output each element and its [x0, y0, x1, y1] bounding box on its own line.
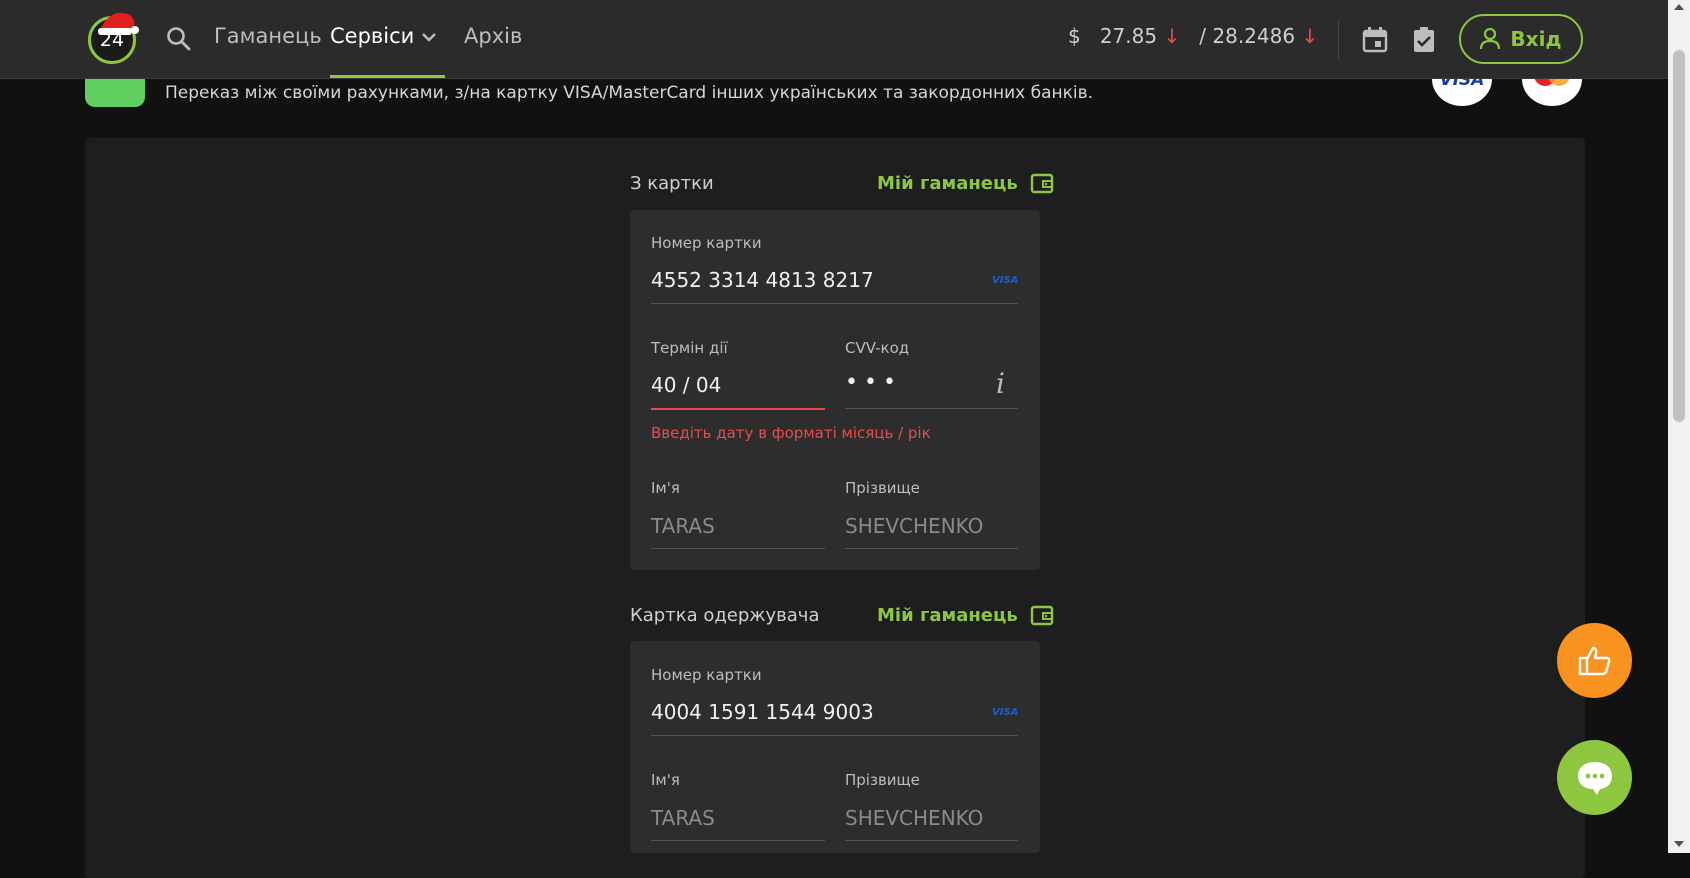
to-last-name-underline [845, 840, 1018, 841]
chat-bubble-icon [1577, 761, 1612, 795]
from-card-brand: VISA [992, 275, 1019, 286]
to-card-brand: VISA [992, 707, 1019, 718]
rate-buy-trend: ↓ [1163, 24, 1181, 48]
expiry-label: Термін дії [651, 339, 728, 357]
to-card-number-label: Номер картки [651, 666, 762, 684]
active-nav-indicator [330, 75, 445, 78]
service-description: Переказ між своїми рахунками, з/на картк… [165, 83, 1094, 103]
login-label: Вхід [1510, 27, 1562, 51]
search-icon[interactable] [166, 26, 192, 52]
exchange-rates: $ 27.85 ↓ / 28.2486 ↓ [1068, 24, 1318, 48]
from-card-number-input[interactable]: 4552 3314 4813 8217 [651, 268, 874, 292]
chat-button[interactable] [1557, 740, 1632, 815]
chevron-down-icon[interactable] [420, 28, 438, 46]
to-last-name-input[interactable]: SHEVCHENKO [845, 806, 983, 830]
to-card-label: Картка одержувача [630, 605, 820, 626]
login-button[interactable]: Вхід [1459, 14, 1583, 64]
expiry-error-message: Введіть дату в форматі місяць / рік [651, 424, 931, 442]
from-last-name-input[interactable]: SHEVCHENKO [845, 514, 983, 538]
divider [1338, 20, 1339, 60]
to-wallet-link-text: Мій гаманець [877, 604, 1018, 626]
santa-hat-icon [98, 12, 139, 35]
cvv-label: CVV-код [845, 339, 910, 357]
from-last-name-underline [845, 548, 1018, 549]
from-card-number-underline [651, 303, 1018, 304]
to-wallet-link[interactable]: Мій гаманець [877, 604, 1054, 626]
top-navigation-bar: 24 Гаманець Сервіси Архів $ 27.85 ↓ / 28… [0, 0, 1668, 79]
feedback-button[interactable] [1557, 623, 1632, 698]
to-card-number-input[interactable]: 4004 1591 1544 9003 [651, 700, 874, 724]
from-card-label: З картки [630, 173, 714, 194]
nav-wallet[interactable]: Гаманець [214, 24, 322, 48]
scroll-up-arrow-icon[interactable] [1674, 4, 1684, 10]
clipboard-check-icon[interactable] [1412, 27, 1436, 53]
cvv-underline [845, 408, 1018, 409]
expiry-underline-error [651, 408, 825, 410]
rate-buy: 27.85 [1099, 24, 1158, 48]
calendar-icon[interactable] [1362, 27, 1388, 53]
rate-sell: / 28.2486 [1199, 24, 1296, 48]
wallet-icon [1030, 605, 1053, 626]
scroll-down-arrow-icon[interactable] [1674, 841, 1684, 847]
expiry-input[interactable]: 40 / 04 [651, 373, 721, 397]
thumbs-up-icon [1578, 646, 1610, 675]
rate-sell-trend: ↓ [1301, 24, 1319, 48]
from-last-name-label: Прізвище [845, 479, 920, 497]
currency-symbol: $ [1068, 24, 1081, 48]
from-first-name-input[interactable]: TARAS [651, 514, 715, 538]
from-card-number-label: Номер картки [651, 234, 762, 252]
to-card-number-underline [651, 735, 1018, 736]
from-first-name-underline [651, 548, 825, 549]
info-icon[interactable]: i [996, 367, 1005, 400]
nav-services[interactable]: Сервіси [330, 24, 414, 48]
scrollbar-thumb[interactable] [1673, 50, 1685, 422]
to-first-name-label: Ім'я [651, 771, 680, 789]
cvv-input[interactable]: ••• [845, 370, 902, 395]
wallet-icon [1030, 173, 1053, 194]
from-wallet-link[interactable]: Мій гаманець [877, 172, 1054, 194]
to-first-name-input[interactable]: TARAS [651, 806, 715, 830]
nav-archive[interactable]: Архів [464, 24, 522, 48]
from-wallet-link-text: Мій гаманець [877, 172, 1018, 194]
user-icon [1480, 28, 1501, 50]
from-first-name-label: Ім'я [651, 479, 680, 497]
to-last-name-label: Прізвище [845, 771, 920, 789]
to-first-name-underline [651, 840, 825, 841]
